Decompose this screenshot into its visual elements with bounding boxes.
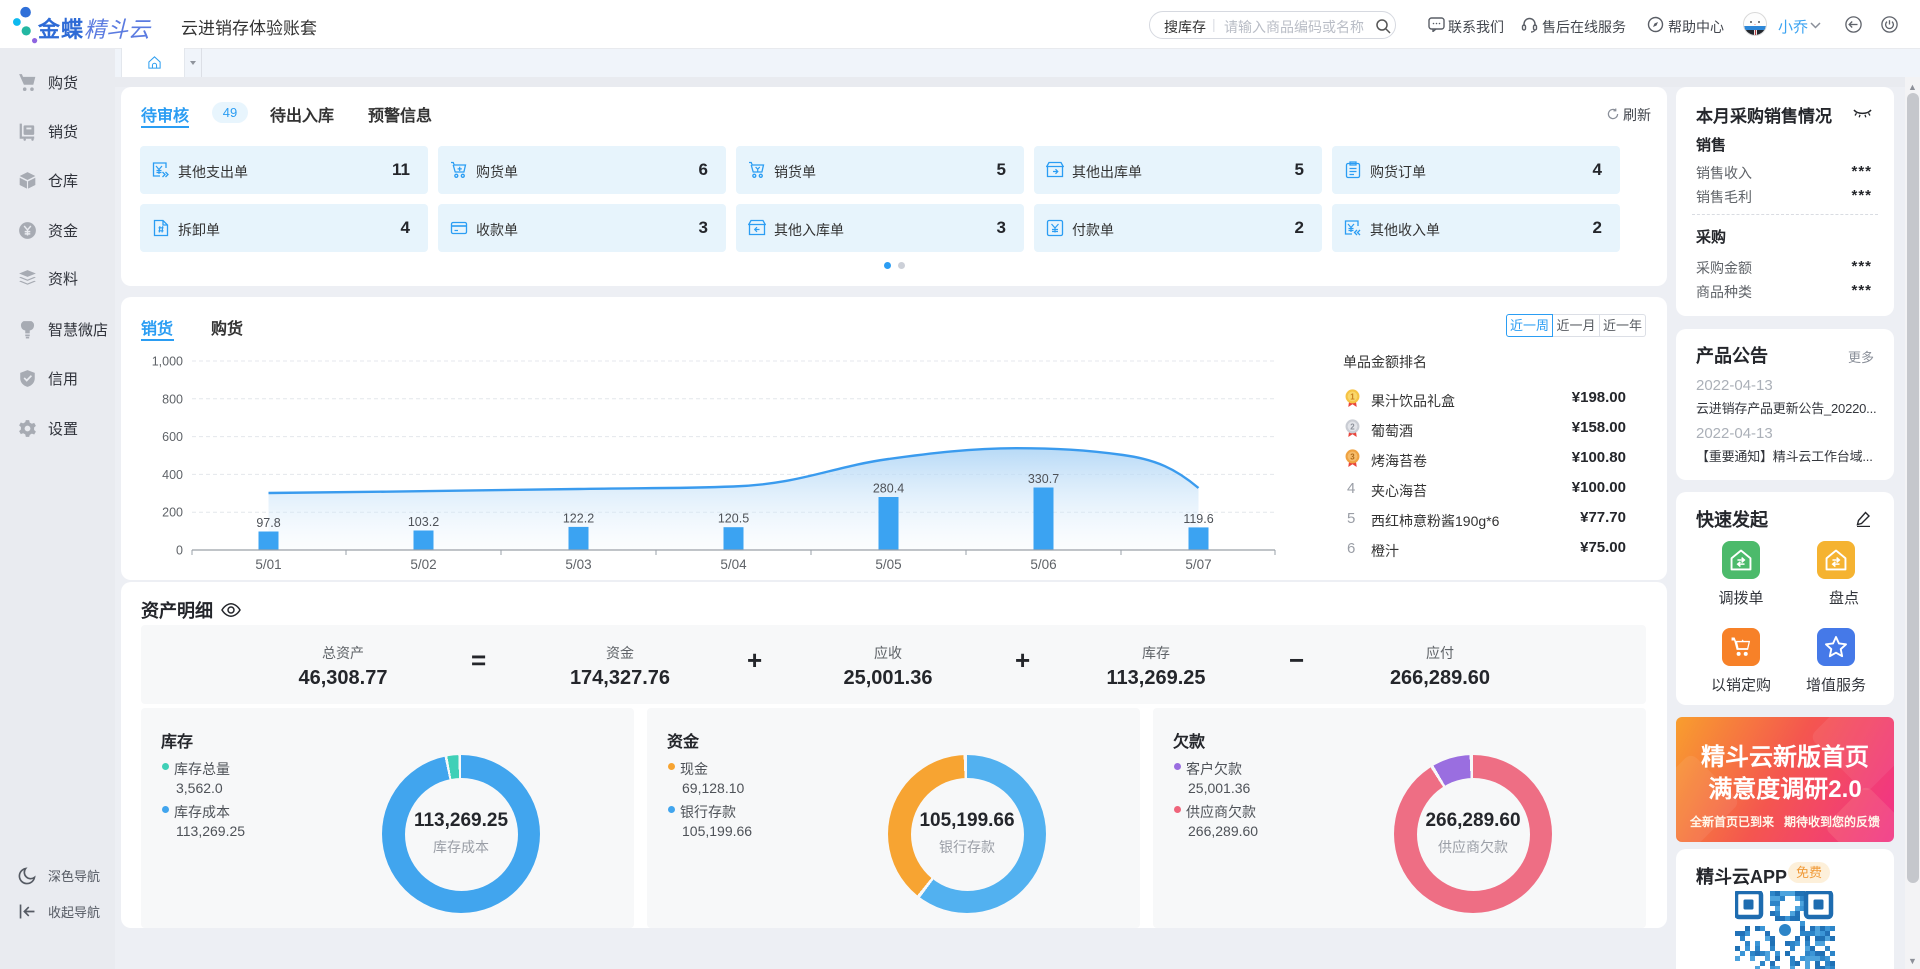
svg-text:800: 800	[162, 392, 183, 406]
svg-text:0: 0	[176, 544, 183, 558]
svg-text:1: 1	[1350, 393, 1355, 402]
svg-text:5/04: 5/04	[720, 557, 747, 572]
svg-text:97.8: 97.8	[256, 516, 280, 530]
svg-text:5/03: 5/03	[565, 557, 591, 572]
svg-text:330.7: 330.7	[1028, 472, 1059, 486]
svg-text:5/05: 5/05	[875, 557, 901, 572]
svg-text:103.2: 103.2	[408, 515, 439, 529]
svg-text:3: 3	[1350, 453, 1355, 462]
svg-text:280.4: 280.4	[873, 482, 904, 496]
svg-text:1,000: 1,000	[152, 355, 183, 369]
svg-text:5/06: 5/06	[1030, 557, 1056, 572]
svg-text:119.6: 119.6	[1183, 512, 1213, 526]
svg-text:200: 200	[162, 506, 183, 520]
svg-text:120.5: 120.5	[718, 512, 749, 526]
svg-text:122.2: 122.2	[563, 511, 594, 525]
svg-text:2: 2	[1350, 423, 1355, 432]
svg-text:5/07: 5/07	[1185, 557, 1211, 572]
svg-text:600: 600	[162, 430, 183, 444]
svg-text:5/01: 5/01	[255, 557, 281, 572]
svg-text:5/02: 5/02	[410, 557, 436, 572]
svg-text:400: 400	[162, 468, 183, 482]
